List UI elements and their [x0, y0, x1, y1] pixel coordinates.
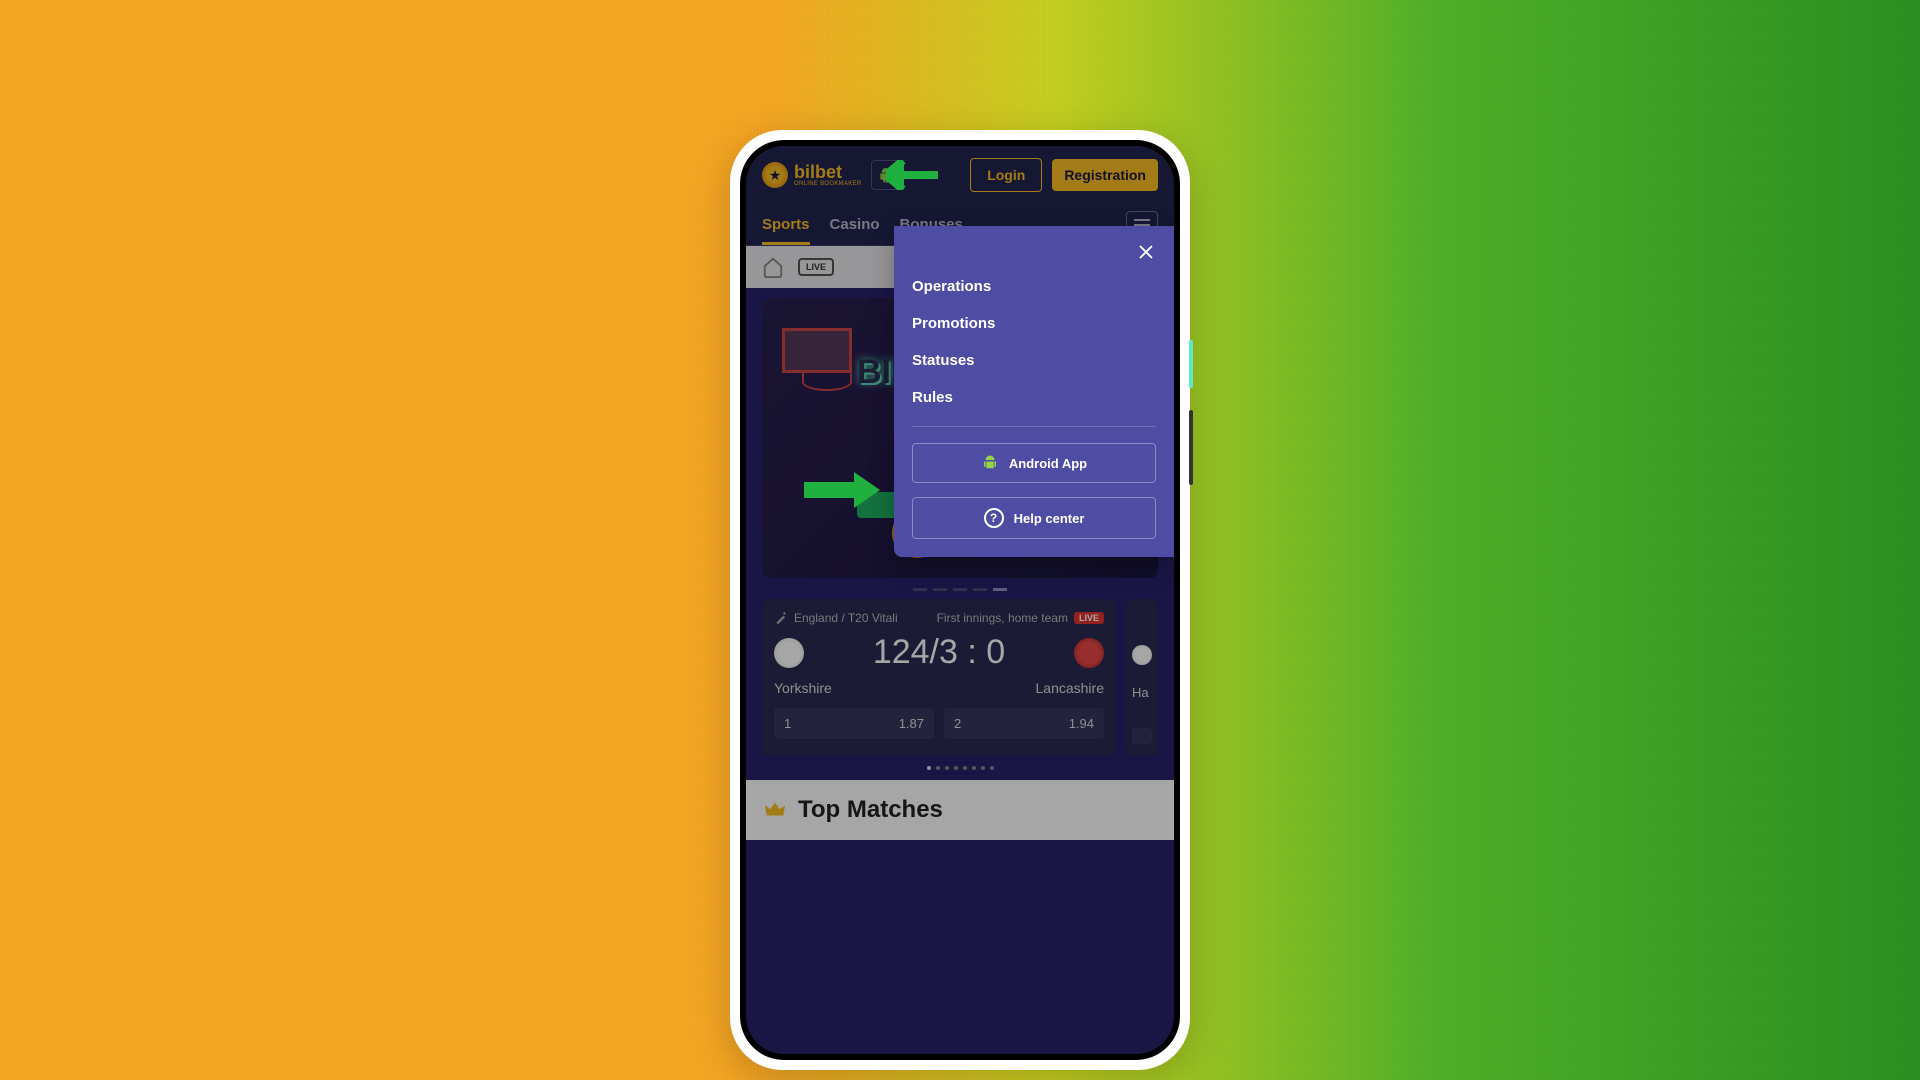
android-app-label: Android App [1009, 456, 1087, 471]
close-button[interactable] [1134, 240, 1158, 264]
phone-inner-frame: ★ bilbet ONLINE BOOKMAKER Login Registra… [740, 140, 1180, 1060]
android-icon [981, 454, 999, 472]
menu-item-operations[interactable]: Operations [912, 278, 1156, 295]
android-app-button[interactable]: Android App [912, 443, 1156, 483]
menu-item-rules[interactable]: Rules [912, 389, 1156, 406]
phone-screen: ★ bilbet ONLINE BOOKMAKER Login Registra… [746, 146, 1174, 1054]
menu-item-statuses[interactable]: Statuses [912, 352, 1156, 369]
annotation-arrow-android-app [804, 468, 880, 512]
phone-side-button [1189, 340, 1193, 388]
close-icon [1137, 243, 1155, 261]
phone-frame: ★ bilbet ONLINE BOOKMAKER Login Registra… [730, 130, 1190, 1070]
menu-item-promotions[interactable]: Promotions [912, 315, 1156, 332]
annotation-arrow-header [886, 160, 938, 190]
help-center-button[interactable]: ? Help center [912, 497, 1156, 539]
help-center-label: Help center [1014, 511, 1085, 526]
popup-menu-list: Operations Promotions Statuses Rules [912, 278, 1156, 406]
app-content: ★ bilbet ONLINE BOOKMAKER Login Registra… [746, 146, 1174, 1054]
popup-divider [912, 426, 1156, 427]
side-menu-popup: Operations Promotions Statuses Rules And… [894, 226, 1174, 557]
phone-side-button [1189, 410, 1193, 485]
help-icon: ? [984, 508, 1004, 528]
